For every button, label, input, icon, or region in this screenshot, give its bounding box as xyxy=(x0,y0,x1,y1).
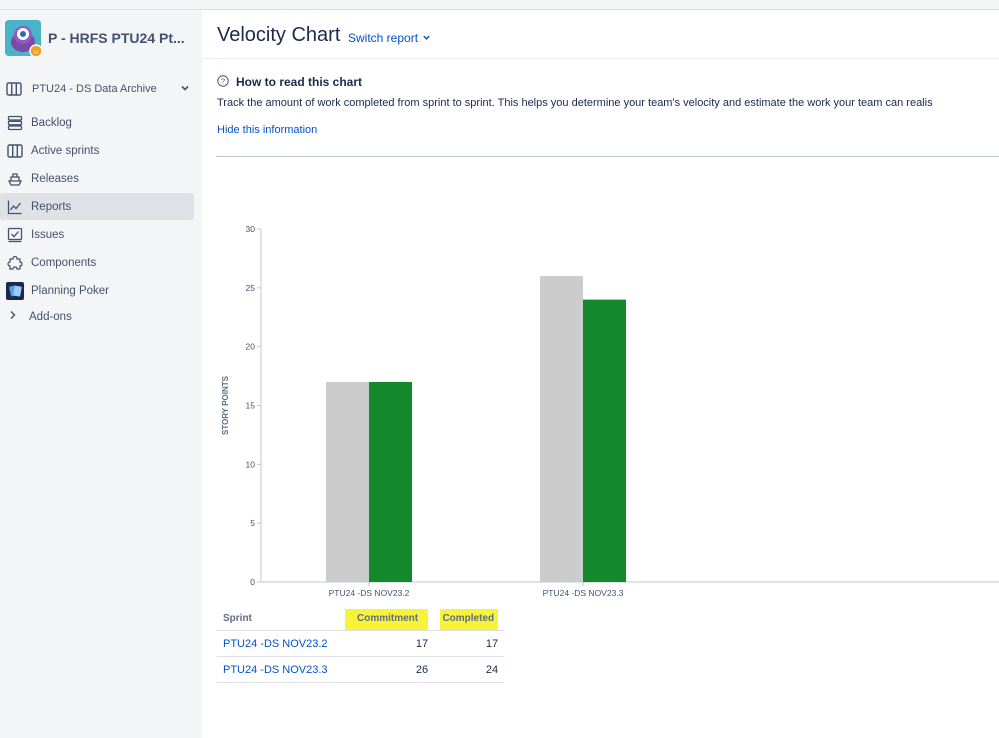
bar-completed xyxy=(369,381,412,582)
switch-report-label: Switch report xyxy=(348,31,419,45)
sidebar-item-label: Releases xyxy=(31,172,79,185)
project-title[interactable]: P - HRFS PTU24 Pt... xyxy=(48,30,185,46)
y-tick-label: 0 xyxy=(250,577,255,587)
chevron-down-icon xyxy=(180,83,190,96)
sidebar-item-backlog[interactable]: Backlog xyxy=(0,109,194,136)
sprint-link[interactable]: PTU24 -DS NOV23.3 xyxy=(217,656,339,683)
commitment-value: 26 xyxy=(339,656,435,683)
issues-icon xyxy=(6,226,24,244)
sidebar-item-label: Active sprints xyxy=(31,144,100,157)
x-tick-label: PTU24 -DS NOV23.2 xyxy=(329,588,410,598)
completed-highlight: Completed xyxy=(440,608,499,630)
hide-information-link[interactable]: Hide this information xyxy=(217,124,317,136)
bar-commitment xyxy=(326,381,369,582)
completed-value: 17 xyxy=(434,630,505,657)
sidebar-item-label: Reports xyxy=(31,200,72,213)
sidebar-item-issues[interactable]: Issues xyxy=(0,221,194,248)
x-tick-label: PTU24 -DS NOV23.3 xyxy=(543,588,624,598)
column-header-commitment: Commitment xyxy=(339,606,435,631)
poker-icon xyxy=(6,281,24,300)
y-axis-label: STORY POINTS xyxy=(221,375,230,435)
page-title: Velocity Chart xyxy=(217,24,341,46)
board-name: PTU24 - DS Data Archive xyxy=(32,83,157,95)
ship-icon xyxy=(6,170,24,188)
header-divider xyxy=(202,58,999,59)
sprint-link[interactable]: PTU24 -DS NOV23.2 xyxy=(217,630,339,657)
y-tick-label: 5 xyxy=(250,518,255,528)
section-divider xyxy=(216,156,999,157)
sidebar-item-reports[interactable]: Reports xyxy=(0,193,194,220)
project-avatar[interactable]: ‹› xyxy=(5,20,43,58)
y-tick-label: 15 xyxy=(246,401,256,411)
sidebar: ‹› P - HRFS PTU24 Pt... PTU24 - DS Data … xyxy=(0,10,202,738)
main-content: Velocity Chart Switch report ? How to re… xyxy=(202,10,999,738)
chevron-right-icon xyxy=(9,310,17,323)
table-row: PTU24 -DS NOV23.2 17 17 xyxy=(217,630,505,657)
sidebar-item-releases[interactable]: Releases xyxy=(0,165,194,192)
board-icon xyxy=(6,82,24,96)
sidebar-item-planning-poker[interactable]: Planning Poker xyxy=(0,277,194,304)
top-bar xyxy=(0,0,999,10)
sidebar-item-label: Issues xyxy=(31,228,65,241)
bar-commitment xyxy=(540,276,583,582)
sidebar-item-components[interactable]: Components xyxy=(0,249,194,276)
puzzle-icon xyxy=(6,254,24,272)
sprint-table: Sprint Commitment Completed PTU24 -DS NO… xyxy=(217,606,505,683)
y-tick-label: 30 xyxy=(246,224,256,234)
velocity-chart: 0 5 10 15 20 25 30 STORY POINTS PTU24 -DS NOV23.… xyxy=(221,224,999,598)
column-header-sprint: Sprint xyxy=(217,606,339,631)
board-icon xyxy=(6,142,24,160)
svg-text:?: ? xyxy=(221,77,225,86)
chart-line-icon xyxy=(6,198,24,216)
help-icon: ? xyxy=(217,74,229,87)
sidebar-item-label: Components xyxy=(31,256,97,269)
completed-value: 24 xyxy=(434,656,505,683)
backlog-icon xyxy=(6,114,24,132)
svg-text:‹›: ‹› xyxy=(34,49,39,56)
sidebar-item-label: Add-ons xyxy=(29,310,72,323)
switch-report-button[interactable]: Switch report xyxy=(348,31,431,45)
sidebar-item-active-sprints[interactable]: Active sprints xyxy=(0,137,194,164)
sidebar-item-label: Backlog xyxy=(31,116,72,129)
sidebar-item-label: Planning Poker xyxy=(31,284,109,297)
table-row: PTU24 -DS NOV23.3 26 24 xyxy=(217,656,505,683)
commitment-value: 17 xyxy=(339,630,435,657)
howto-title: How to read this chart xyxy=(236,75,363,89)
chevron-down-icon xyxy=(422,31,431,45)
y-tick-label: 10 xyxy=(246,459,256,469)
column-header-completed: Completed xyxy=(434,606,505,631)
y-tick-label: 20 xyxy=(246,342,256,352)
sidebar-item-addons[interactable]: Add-ons xyxy=(9,310,72,323)
board-selector[interactable]: PTU24 - DS Data Archive xyxy=(6,80,194,98)
howto-description: Track the amount of work completed from … xyxy=(217,97,933,109)
commitment-highlight: Commitment xyxy=(345,608,429,630)
y-tick-label: 25 xyxy=(246,283,256,293)
bar-completed xyxy=(583,299,626,582)
